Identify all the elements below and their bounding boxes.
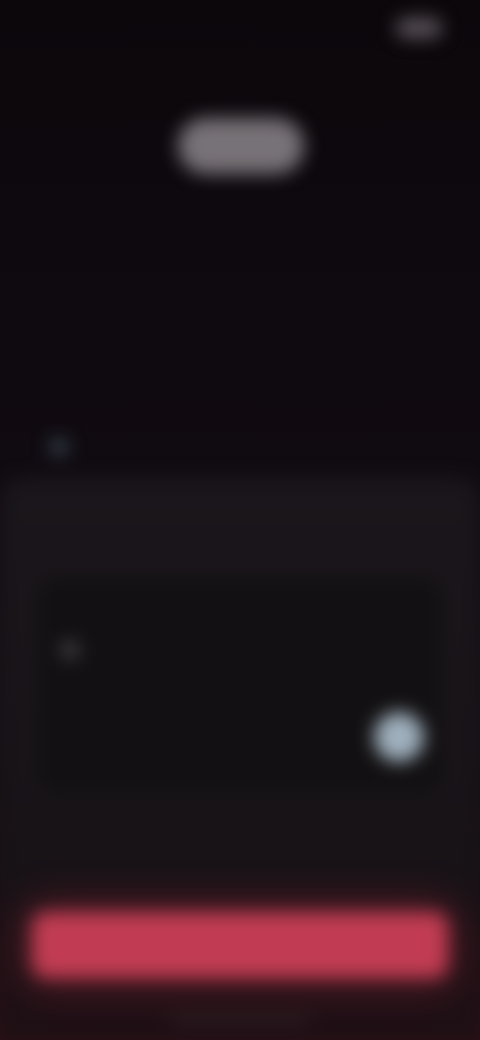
blurred-content: [0, 0, 480, 1040]
tab-active-indicator[interactable]: [178, 118, 304, 174]
primary-button[interactable]: [32, 912, 448, 978]
tab-bar: [0, 118, 480, 178]
checkbox-icon[interactable]: [62, 642, 78, 658]
settings-card: [40, 580, 440, 790]
status-dot-icon: [50, 438, 68, 456]
home-indicator: [170, 1018, 310, 1023]
app-screen: [0, 0, 480, 1040]
toggle-switch[interactable]: [374, 712, 424, 762]
status-bar: [0, 0, 480, 56]
battery-icon: [396, 18, 442, 38]
